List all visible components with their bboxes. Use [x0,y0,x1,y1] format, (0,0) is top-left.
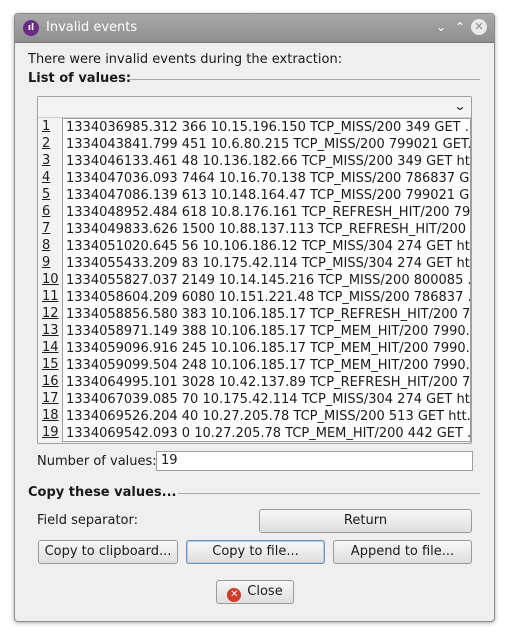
app-icon: ıl [23,20,39,36]
list-item: 1334058971.149 388 10.106.185.17 TCP_MEM… [66,324,470,339]
list-item: 1334036985.312 366 10.15.196.150 TCP_MIS… [66,120,470,135]
title-bar[interactable]: ıl Invalid events ⌄ ⌃ ✕ [15,14,494,43]
list-item: 1334046133.461 48 10.136.182.66 TCP_MISS… [66,154,470,169]
row-number: 3 [42,153,51,168]
row-number: 5 [42,187,51,202]
list-item: 1334069526.204 40 10.27.205.78 TCP_MISS/… [66,409,470,424]
row-number: 4 [42,170,51,185]
row-number: 17 [42,391,59,406]
minimize-icon[interactable]: ⌄ [433,19,449,35]
row-number: 7 [42,221,51,236]
row-number: 18 [42,408,59,423]
values-list-frame: ⌄ 1 2 3 4 5 6 7 8 9 10 11 12 13 14 15 16 17 18 19 13340369… [37,96,472,444]
row-number: 6 [42,204,51,219]
chevron-down-icon[interactable]: ⌄ [453,99,466,113]
copy-section-title: Copy these values... [28,485,177,500]
close-button[interactable]: ✕ Close [216,580,294,604]
list-item: 1334055433.209 83 10.175.42.114 TCP_MISS… [66,256,470,271]
maximize-icon[interactable]: ⌃ [452,19,468,35]
row-number: 19 [42,425,59,440]
list-section-title: List of values: [28,71,132,86]
values-text-area[interactable]: 1334036985.312 366 10.15.196.150 TCP_MIS… [62,118,471,442]
list-item: 1334069542.093 0 10.27.205.78 TCP_MEM_HI… [66,426,470,441]
copy-to-clipboard-button[interactable]: Copy to clipboard... [38,540,178,564]
row-number: 13 [42,323,59,338]
row-number: 16 [42,374,59,389]
row-number: 1 [42,119,51,134]
window-title: Invalid events [46,20,138,35]
row-number: 12 [42,306,59,321]
list-item: 1334067039.085 70 10.175.42.114 TCP_MISS… [66,392,470,407]
field-separator-label: Field separator: [37,513,138,528]
row-number: 10 [42,272,59,287]
list-item: 1334051020.645 56 10.106.186.12 TCP_MISS… [66,239,470,254]
number-of-values-field[interactable]: 19 [156,451,473,471]
list-item: 1334059099.504 248 10.106.185.17 TCP_MEM… [66,358,470,373]
list-item: 1334048952.484 618 10.8.176.161 TCP_REFR… [66,205,470,220]
list-item: 1334043841.799 451 10.6.80.215 TCP_MISS/… [66,137,470,152]
list-item: 1334047036.093 7464 10.16.70.138 TCP_MIS… [66,171,470,186]
copy-to-file-button[interactable]: Copy to file... [186,540,325,564]
row-number: 8 [42,238,51,253]
list-item: 1334049833.626 1500 10.88.137.113 TCP_RE… [66,222,470,237]
divider [178,493,480,494]
list-item: 1334058856.580 383 10.106.185.17 TCP_REF… [66,307,470,322]
row-number: 9 [42,255,51,270]
append-to-file-button[interactable]: Append to file... [333,540,472,564]
row-number: 15 [42,357,59,372]
list-header: ⌄ [38,97,471,118]
close-icon: ✕ [227,588,242,602]
close-window-icon[interactable]: ✕ [471,19,487,35]
list-item: 1334055827.037 2149 10.14.145.216 TCP_MI… [66,273,470,288]
intro-text: There were invalid events during the ext… [28,52,343,67]
list-item: 1334059096.916 245 10.106.185.17 TCP_MEM… [66,341,470,356]
row-number: 14 [42,340,59,355]
row-number-gutter: 1 2 3 4 5 6 7 8 9 10 11 12 13 14 15 16 17 18 19 [40,118,60,441]
list-item: 1334058604.209 6080 10.151.221.48 TCP_MI… [66,290,470,305]
number-of-values-label: Number of values: [37,454,157,469]
list-item: 1334047086.139 613 10.148.164.47 TCP_MIS… [66,188,470,203]
list-item: 1334064995.101 3028 10.42.137.89 TCP_REF… [66,375,470,390]
divider [130,79,480,80]
dialog-window: ıl Invalid events ⌄ ⌃ ✕ There were inval… [14,13,495,622]
row-number: 2 [42,136,51,151]
close-button-label: Close [247,584,283,599]
field-separator-select[interactable]: Return [259,509,472,533]
row-number: 11 [42,289,59,304]
